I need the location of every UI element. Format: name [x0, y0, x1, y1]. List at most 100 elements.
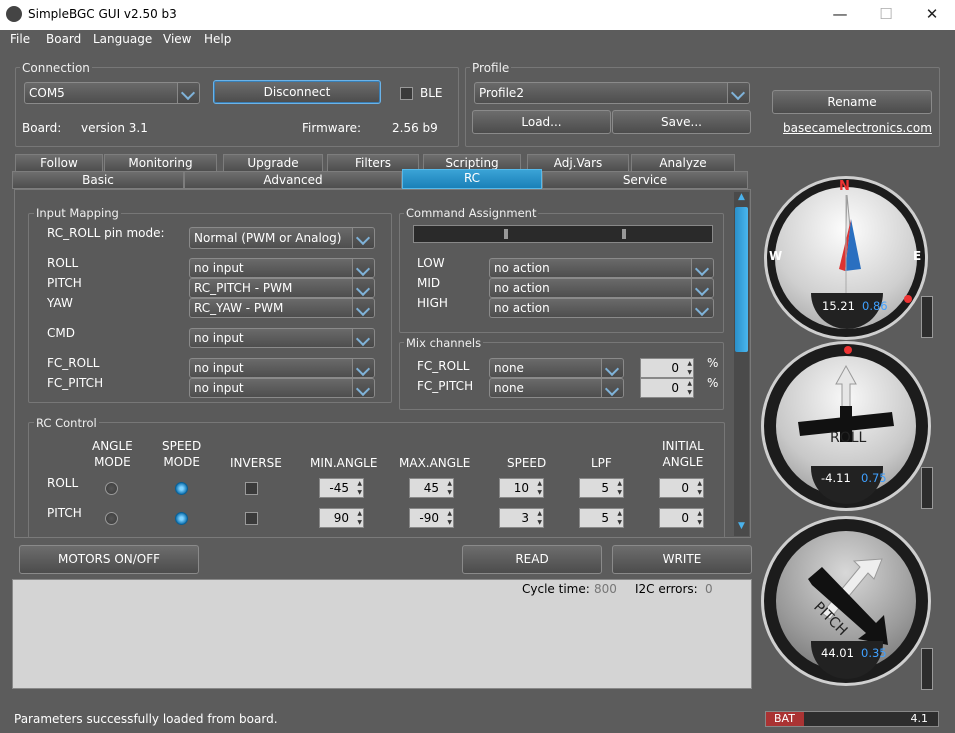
pitch-angle-mode-radio[interactable] — [105, 512, 118, 525]
board-label: Board: — [22, 121, 62, 135]
ble-label: BLE — [420, 86, 443, 100]
minimize-button[interactable]: — — [817, 0, 863, 30]
rc-row-label-pitch: PITCH — [47, 506, 82, 520]
firmware-label: Firmware: — [302, 121, 362, 135]
scrollbar[interactable]: ▲ ▼ — [734, 192, 749, 536]
map-label-roll: ROLL — [47, 256, 79, 270]
write-button[interactable]: WRITE — [612, 545, 752, 574]
roll-pin-mode-select[interactable]: Normal (PWM or Analog) — [189, 227, 375, 249]
mix-select-fc-pitch[interactable]: none — [489, 378, 624, 398]
mix-select-fc-roll[interactable]: none — [489, 358, 624, 378]
save-button[interactable]: Save... — [612, 110, 751, 134]
mix-pct-fc-roll[interactable]: 0 — [640, 358, 694, 378]
roll-max-angle-input[interactable]: 45 — [409, 478, 454, 498]
load-button[interactable]: Load... — [472, 110, 611, 134]
hdr-lpf: LPF — [591, 456, 612, 470]
menu-language[interactable]: Language — [93, 32, 152, 46]
roll-rate: 0.75 — [861, 471, 887, 485]
tab-advanced[interactable]: Advanced — [184, 171, 402, 189]
mix-label-fc-pitch: FC_PITCH — [417, 379, 474, 393]
cmd-select-mid[interactable]: no action — [489, 278, 714, 298]
hdr-min-angle: MIN.ANGLE — [310, 456, 378, 470]
battery-value: 4.1 — [910, 712, 929, 725]
motors-on-off-button[interactable]: MOTORS ON/OFF — [19, 545, 199, 574]
read-button[interactable]: READ — [462, 545, 602, 574]
cmd-label-low: LOW — [417, 256, 445, 270]
chevron-down-icon — [352, 329, 374, 347]
pitch-speed-input[interactable]: 3 — [499, 508, 544, 528]
map-select-yaw[interactable]: RC_YAW - PWM — [189, 298, 375, 318]
pitch-inverse-checkbox[interactable] — [245, 512, 258, 525]
maximize-button[interactable]: ☐ — [863, 0, 909, 30]
pitch-initial-angle-input[interactable]: 0 — [659, 508, 704, 528]
scroll-down-icon[interactable]: ▼ — [734, 521, 749, 535]
pitch-lpf-input[interactable]: 5 — [579, 508, 624, 528]
connection-title: Connection — [20, 61, 92, 75]
hdr-angle-mode: ANGLE MODE — [92, 439, 133, 469]
chevron-down-icon — [691, 259, 713, 277]
roll-min-angle-input[interactable]: -45 — [319, 478, 364, 498]
close-button[interactable]: ✕ — [909, 0, 955, 30]
pitch-min-angle-input[interactable]: 90 — [319, 508, 364, 528]
website-link[interactable]: basecamelectronics.com — [783, 121, 932, 135]
tab-rc[interactable]: RC — [402, 169, 542, 189]
input-mapping-title: Input Mapping — [34, 206, 121, 220]
chevron-down-icon — [601, 379, 623, 397]
pct-unit-roll: % — [707, 356, 719, 370]
tab-basic[interactable]: Basic — [12, 171, 184, 189]
cmd-select-low[interactable]: no action — [489, 258, 714, 278]
chevron-down-icon — [352, 359, 374, 377]
map-select-cmd[interactable]: no input — [189, 328, 375, 348]
roll-speed-input[interactable]: 10 — [499, 478, 544, 498]
compass-n: N — [839, 179, 850, 194]
map-label-cmd: CMD — [47, 326, 75, 340]
rc-signal-bar — [413, 225, 713, 243]
map-label-pitch: PITCH — [47, 276, 82, 290]
map-select-fc-pitch[interactable]: no input — [189, 378, 375, 398]
roll-inverse-checkbox[interactable] — [245, 482, 258, 495]
roll-angle-mode-radio[interactable] — [105, 482, 118, 495]
tab-follow[interactable]: Follow — [15, 154, 103, 172]
map-select-roll[interactable]: no input — [189, 258, 375, 278]
ble-checkbox[interactable] — [400, 87, 413, 100]
rename-button[interactable]: Rename — [772, 90, 932, 114]
menu-bar: File Board Language View Help — [0, 30, 955, 50]
pitch-max-angle-input[interactable]: -90 — [409, 508, 454, 528]
pct-unit-pitch: % — [707, 376, 719, 390]
tab-monitoring[interactable]: Monitoring — [104, 154, 217, 172]
menu-board[interactable]: Board — [46, 32, 81, 46]
window-title: SimpleBGC GUI v2.50 b3 — [28, 7, 177, 21]
map-select-fc-roll[interactable]: no input — [189, 358, 375, 378]
pitch-speed-mode-radio[interactable] — [175, 512, 188, 525]
roll-level-bar — [921, 467, 933, 509]
yaw-value: 15.21 — [822, 299, 855, 313]
tab-service[interactable]: Service — [542, 171, 748, 189]
connection-group — [15, 67, 459, 147]
roll-speed-mode-radio[interactable] — [175, 482, 188, 495]
menu-help[interactable]: Help — [204, 32, 231, 46]
tab-upgrade[interactable]: Upgrade — [223, 154, 323, 172]
board-value: version 3.1 — [81, 121, 148, 135]
roll-lpf-input[interactable]: 5 — [579, 478, 624, 498]
menu-view[interactable]: View — [163, 32, 191, 46]
scrollbar-thumb[interactable] — [735, 207, 748, 352]
cmd-select-high[interactable]: no action — [489, 298, 714, 318]
tab-adj-vars[interactable]: Adj.Vars — [527, 154, 629, 172]
yaw-rate: 0.86 — [862, 299, 888, 313]
menu-file[interactable]: File — [10, 32, 30, 46]
pitch-level-bar — [921, 648, 933, 690]
port-select[interactable]: COM5 — [24, 82, 200, 104]
scroll-up-icon[interactable]: ▲ — [734, 192, 749, 206]
roll-initial-angle-input[interactable]: 0 — [659, 478, 704, 498]
app-icon — [6, 6, 22, 22]
mix-pct-fc-pitch[interactable]: 0 — [640, 378, 694, 398]
profile-select[interactable]: Profile2 — [474, 82, 750, 104]
hdr-inverse: INVERSE — [230, 456, 282, 470]
hdr-max-angle: MAX.ANGLE — [399, 456, 471, 470]
profile-title: Profile — [470, 61, 512, 75]
tab-analyze[interactable]: Analyze — [631, 154, 735, 172]
title-bar: SimpleBGC GUI v2.50 b3 — ☐ ✕ — [0, 0, 955, 30]
chevron-down-icon — [601, 359, 623, 377]
disconnect-button[interactable]: Disconnect — [213, 80, 381, 104]
map-select-pitch[interactable]: RC_PITCH - PWM — [189, 278, 375, 298]
